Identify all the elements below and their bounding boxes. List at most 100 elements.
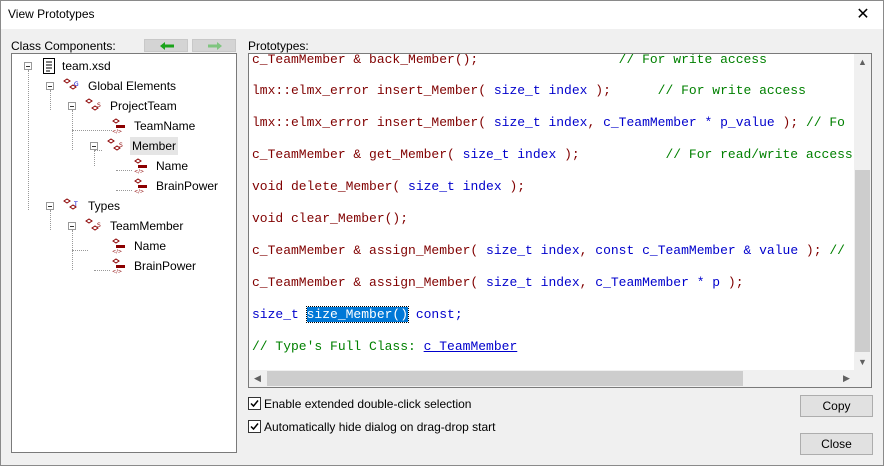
code-line[interactable]: c_TeamMember & get_Member( size_t index … xyxy=(252,147,853,163)
code-token: // For write access xyxy=(610,83,806,98)
code-token: // For write access xyxy=(478,54,767,67)
code-line[interactable]: c_TeamMember & assign_Member( size_t ind… xyxy=(252,243,845,259)
tree-node-member-name[interactable]: </> Name xyxy=(12,157,232,175)
tree-node-member-brain-power[interactable]: </> BrainPower xyxy=(12,177,232,195)
element-icon: </> xyxy=(112,258,125,274)
svg-text:</>: </> xyxy=(112,269,122,274)
selected-text: size_Member() xyxy=(305,306,410,323)
code-token: size_t index xyxy=(462,147,557,162)
tree-node-team-member[interactable]: S TeamMember xyxy=(12,217,232,235)
code-token: lmx::elmx_error insert_Member( xyxy=(252,115,494,130)
code-token: size_t index xyxy=(408,179,502,194)
schema-file-icon xyxy=(43,58,55,74)
back-button[interactable] xyxy=(144,39,188,52)
tree-node-member[interactable]: S Member xyxy=(12,137,232,155)
scroll-down-icon[interactable]: ▼ xyxy=(854,354,871,371)
collapse-icon[interactable] xyxy=(24,62,32,70)
collapse-icon[interactable] xyxy=(68,222,76,230)
sequence-element-icon: S xyxy=(107,138,123,151)
code-token: const; xyxy=(408,307,463,322)
code-token: // For read/write access xyxy=(579,147,853,162)
code-line[interactable]: c_TeamMember & back_Member(); // For wri… xyxy=(252,54,767,68)
close-window-icon[interactable]: ✕ xyxy=(843,1,883,29)
code-token: size_t index xyxy=(493,83,588,98)
code-line[interactable]: size_t size_Member() const; xyxy=(252,306,463,323)
auto-hide-checkbox[interactable] xyxy=(248,420,261,433)
code-token: void clear_Member(); xyxy=(252,211,409,226)
code-token: c_TeamMember & assign_Member( xyxy=(252,243,487,258)
tree-node-team-name[interactable]: </> TeamName xyxy=(12,117,232,135)
types-icon: T xyxy=(63,198,78,210)
tree-label: ProjectTeam xyxy=(110,99,177,113)
code-token: size_t index xyxy=(486,275,580,290)
element-icon: </> xyxy=(134,158,147,174)
code-content[interactable]: c_TeamMember & back_Member(); // For wri… xyxy=(249,54,855,371)
svg-text:S: S xyxy=(119,142,123,149)
code-token: ); xyxy=(587,83,611,98)
code-token: c_TeamMember * p_value xyxy=(603,115,775,130)
scroll-right-icon[interactable]: ▶ xyxy=(838,370,855,387)
code-token: ); xyxy=(556,147,580,162)
code-token: // Fo xyxy=(805,115,845,130)
collapse-icon[interactable] xyxy=(90,142,98,150)
tree-label: Name xyxy=(134,239,167,253)
code-token: size_t xyxy=(252,307,307,322)
code-token: , xyxy=(587,115,604,130)
tree-label: TeamName xyxy=(134,119,196,133)
horizontal-scroll-thumb[interactable] xyxy=(267,371,743,386)
code-line[interactable]: lmx::elmx_error insert_Member( size_t in… xyxy=(252,83,806,99)
code-token: c_TeamMember & back_Member(); xyxy=(252,54,479,67)
forward-button[interactable] xyxy=(192,39,236,52)
code-token: c_TeamMember * p xyxy=(595,275,721,290)
close-button[interactable]: Close xyxy=(800,433,873,455)
code-line[interactable]: void delete_Member( size_t index ); xyxy=(252,179,525,195)
auto-hide-label: Automatically hide dialog on drag-drop s… xyxy=(264,420,496,434)
tree-node-global-elements[interactable]: G Global Elements xyxy=(12,77,232,95)
tree-node-project-team[interactable]: S ProjectTeam xyxy=(12,97,232,115)
code-line[interactable]: // Type's Full Class: c_TeamMember xyxy=(252,339,517,355)
tree-node-tm-brain-power[interactable]: </> BrainPower xyxy=(12,257,232,275)
copy-button[interactable]: Copy xyxy=(800,395,873,417)
svg-text:G: G xyxy=(74,81,79,88)
collapse-icon[interactable] xyxy=(46,82,54,90)
vertical-scroll-thumb[interactable] xyxy=(855,170,870,352)
checkmark-icon xyxy=(250,400,259,408)
code-line[interactable]: c_TeamMember & assign_Member( size_t ind… xyxy=(252,275,744,291)
title-bar: View Prototypes ✕ xyxy=(1,1,883,29)
code-token: ); xyxy=(798,243,830,258)
tree-label: Types xyxy=(88,199,121,213)
tree-node-team-xsd[interactable]: team.xsd xyxy=(12,57,232,75)
global-elements-icon: G xyxy=(63,78,79,90)
code-line[interactable]: void clear_Member(); xyxy=(252,211,408,227)
tree-label: Member xyxy=(130,137,179,155)
svg-text:</>: </> xyxy=(134,169,144,174)
svg-text:S: S xyxy=(97,102,101,109)
prototypes-code-view[interactable]: c_TeamMember & back_Member(); // For wri… xyxy=(248,53,872,388)
scroll-left-icon[interactable]: ◀ xyxy=(249,370,266,387)
arrow-left-icon xyxy=(160,42,174,50)
code-token: c_TeamMember & assign_Member( xyxy=(252,275,487,290)
code-token: c_TeamMember & get_Member( xyxy=(252,147,463,162)
class-components-tree[interactable]: team.xsd G Global Elements S ProjectTeam… xyxy=(11,53,237,453)
code-line[interactable]: lmx::elmx_error insert_Member( size_t in… xyxy=(252,115,845,131)
vertical-scrollbar[interactable]: ▲ ▼ xyxy=(854,54,871,371)
tree-label: TeamMember xyxy=(110,219,184,233)
tree-node-types[interactable]: T Types xyxy=(12,197,232,215)
scroll-up-icon[interactable]: ▲ xyxy=(854,54,871,71)
window-title: View Prototypes xyxy=(8,7,95,21)
tree-label: Global Elements xyxy=(88,79,177,93)
extended-double-click-checkbox[interactable] xyxy=(248,397,261,410)
scrollbar-corner xyxy=(854,370,871,387)
class-components-label: Class Components: xyxy=(11,39,116,53)
tree-node-tm-name[interactable]: </> Name xyxy=(12,237,232,255)
horizontal-scrollbar[interactable]: ◀ ▶ xyxy=(249,370,855,387)
tree-label: team.xsd xyxy=(62,59,111,73)
class-link[interactable]: c_TeamMember xyxy=(424,339,518,354)
code-token: size_t index xyxy=(493,115,588,130)
element-icon: </> xyxy=(134,178,147,194)
collapse-icon[interactable] xyxy=(46,202,54,210)
svg-text:</>: </> xyxy=(112,129,122,134)
code-token: , xyxy=(579,243,596,258)
view-prototypes-dialog: View Prototypes ✕ Class Components: Prot… xyxy=(0,0,884,466)
collapse-icon[interactable] xyxy=(68,102,76,110)
